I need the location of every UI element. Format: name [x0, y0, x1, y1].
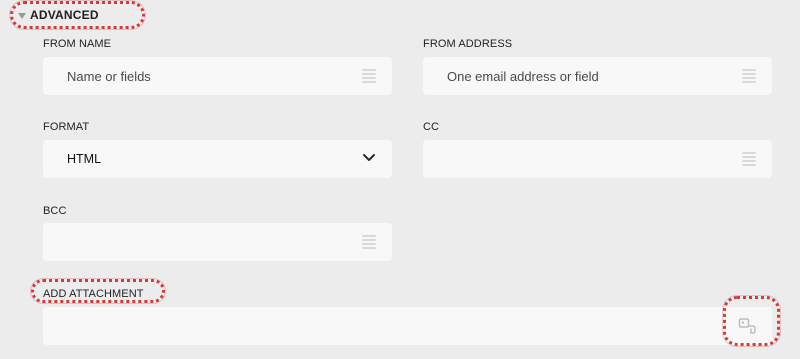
- list-icon[interactable]: [362, 234, 376, 250]
- from-name-placeholder: Name or fields: [67, 68, 151, 84]
- cc-input[interactable]: [423, 140, 772, 178]
- from-address-input[interactable]: One email address or field: [423, 57, 772, 95]
- caret-down-icon: [18, 13, 26, 19]
- format-selected-value: HTML: [67, 152, 102, 166]
- bcc-input[interactable]: [43, 223, 392, 261]
- bcc-label: BCC: [43, 205, 67, 217]
- cc-label: CC: [423, 121, 440, 133]
- add-attachment-label: ADD ATTACHMENT: [43, 288, 144, 300]
- from-address-label: FROM ADDRESS: [423, 38, 513, 50]
- chevron-down-icon[interactable]: [362, 152, 376, 164]
- from-address-placeholder: One email address or field: [447, 68, 599, 84]
- from-name-label: FROM NAME: [43, 38, 112, 50]
- attachment-picker-icon[interactable]: [738, 317, 758, 335]
- format-select[interactable]: HTML: [43, 140, 392, 178]
- list-icon[interactable]: [742, 68, 756, 84]
- list-icon[interactable]: [362, 68, 376, 84]
- attachment-input[interactable]: [43, 307, 772, 345]
- section-title: ADVANCED: [30, 8, 99, 22]
- advanced-settings-panel: ADVANCED FROM NAME Name or fields FROM A…: [0, 0, 800, 359]
- format-label: FORMAT: [43, 121, 90, 133]
- list-icon[interactable]: [742, 151, 756, 167]
- advanced-section-toggle[interactable]: ADVANCED: [14, 2, 109, 28]
- from-name-input[interactable]: Name or fields: [43, 57, 392, 95]
